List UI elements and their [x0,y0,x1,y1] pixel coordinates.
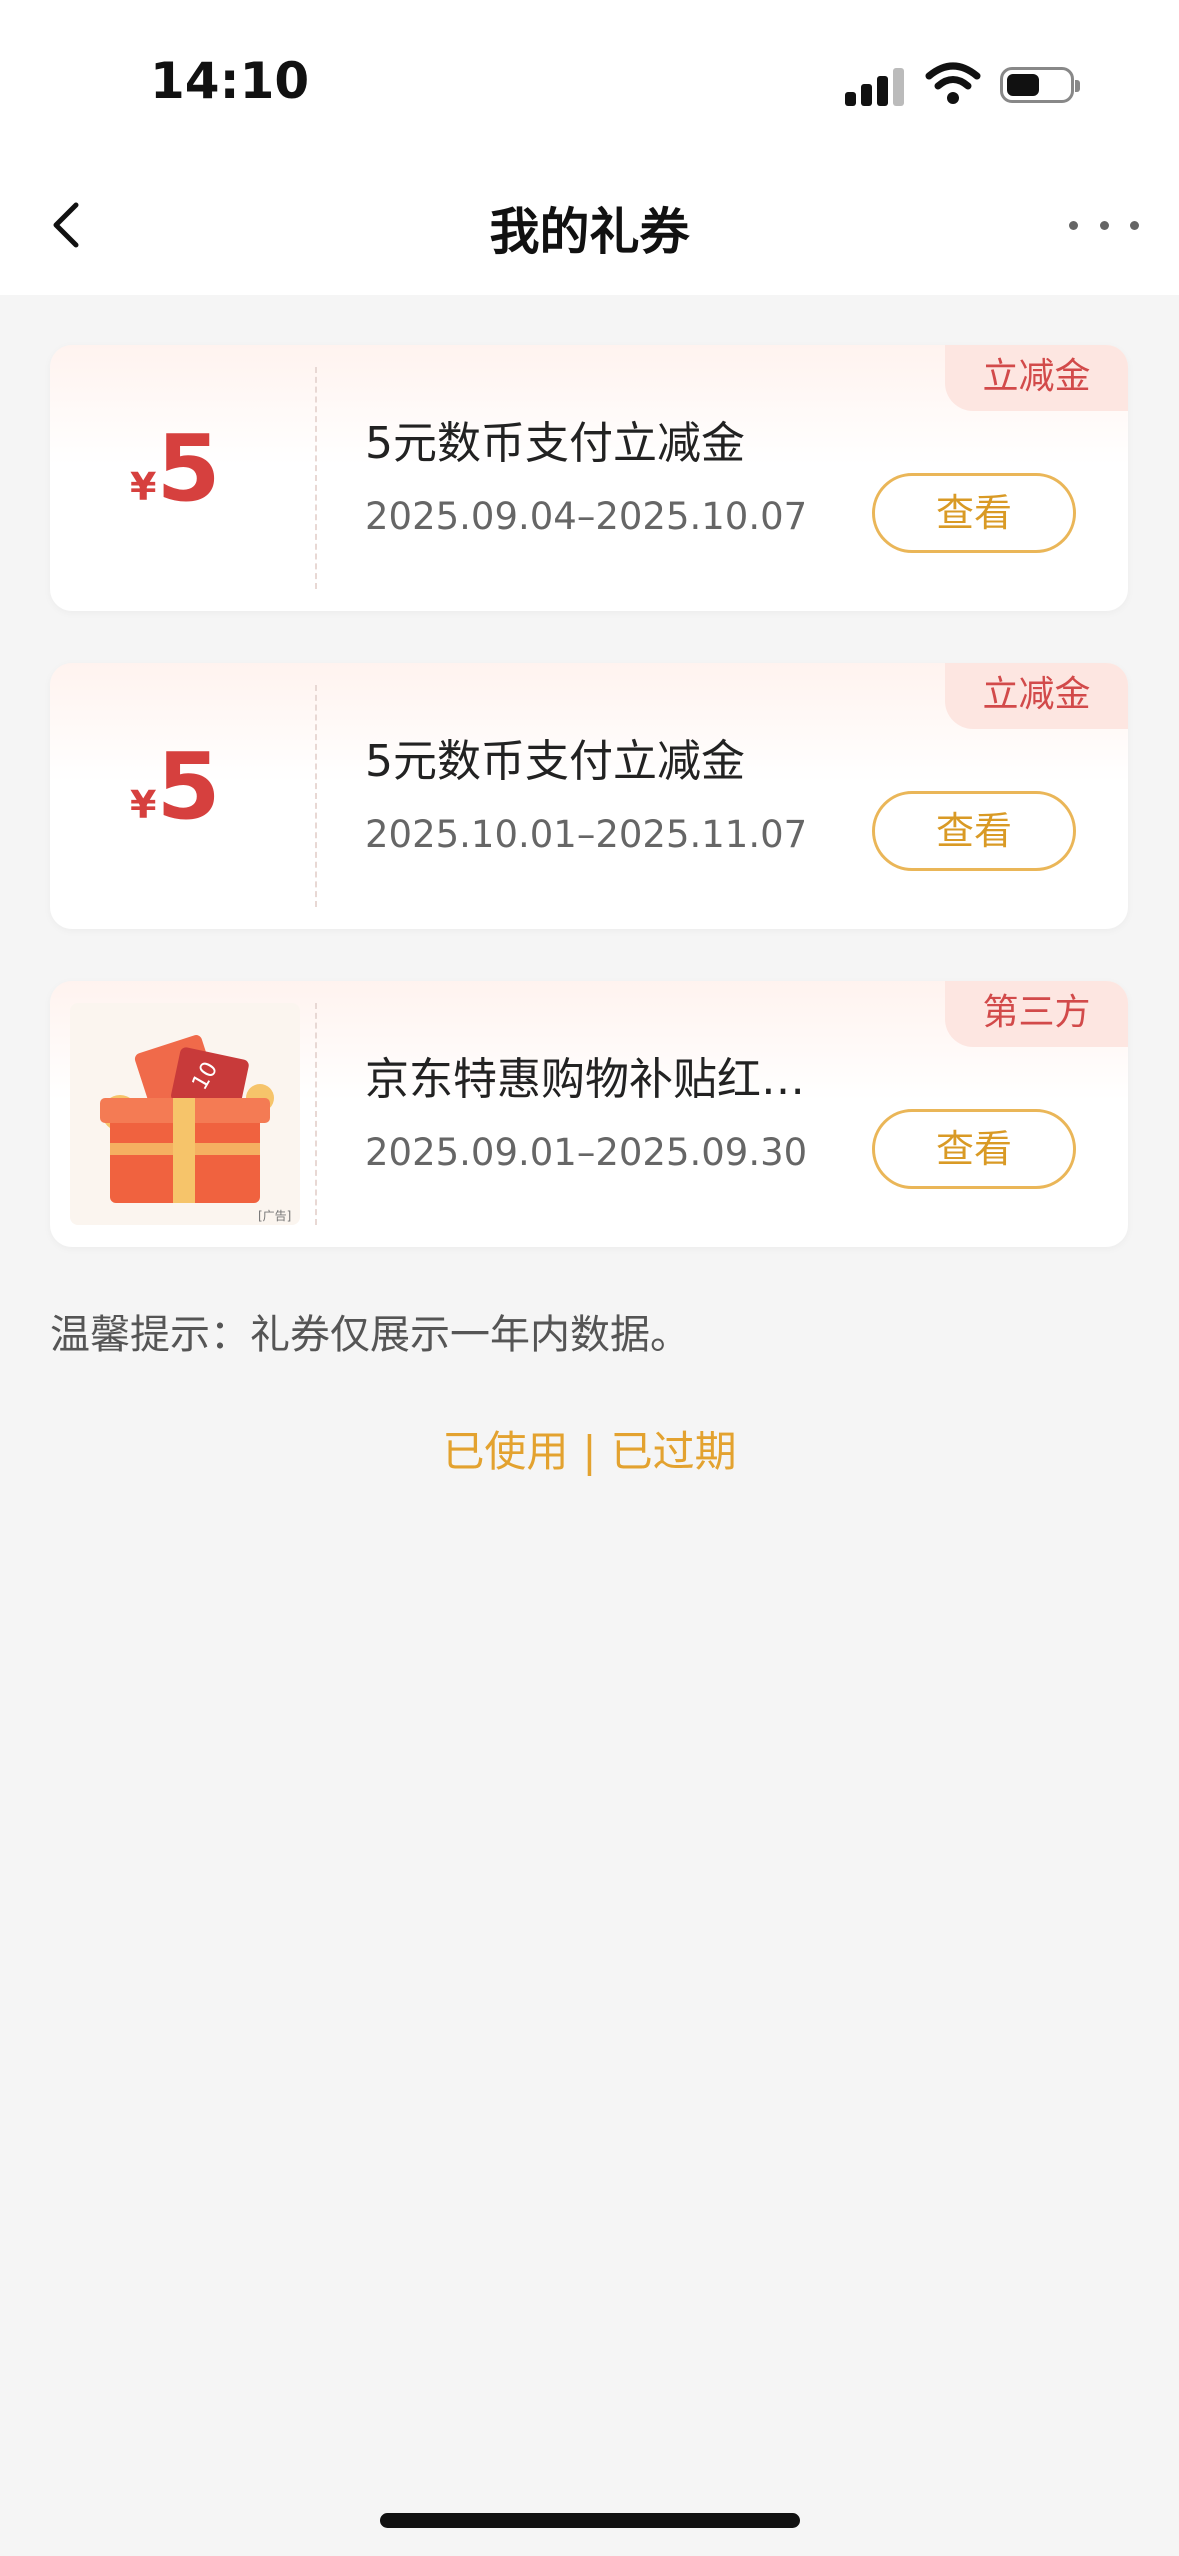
more-dot-icon [1099,220,1109,230]
gift-box-icon: 10 [100,1035,274,1203]
coupon-amount: ¥5 [130,415,220,522]
view-button[interactable]: 查看 [872,791,1076,871]
coupon-amount: ¥5 [130,733,220,840]
coupon-tag: 立减金 [945,345,1128,411]
more-dot-icon [1130,220,1139,230]
home-indicator[interactable] [380,2513,800,2528]
coupon-tag: 立减金 [945,663,1128,729]
status-bar: 14:10 [0,0,1179,160]
battery-icon [1000,67,1080,103]
coupon-title: 5元数币支付立减金 [365,418,745,469]
coupon-date-range: 2025.09.01–2025.09.30 [365,1131,808,1174]
amount-value: 5 [156,415,221,522]
coupon-tag: 第三方 [945,981,1128,1047]
used-link[interactable]: 已使用 [442,1427,568,1476]
coupon-date-range: 2025.09.04–2025.10.07 [365,495,808,538]
ad-label: [广告] [258,1209,292,1223]
more-options-button[interactable] [1069,200,1139,250]
coupon-card[interactable]: 立减金 ¥5 5元数币支付立减金 2025.09.04–2025.10.07 查… [50,345,1128,611]
cellular-signal-icon [845,66,905,106]
view-button[interactable]: 查看 [872,1109,1076,1189]
expired-link[interactable]: 已过期 [611,1427,737,1476]
card-divider [315,685,317,907]
status-time: 14:10 [150,52,310,110]
coupon-title: 5元数币支付立减金 [365,736,745,787]
footer-links: 已使用 | 已过期 [0,1418,1179,1479]
page-title: 我的礼券 [489,203,690,261]
footer-separator: | [582,1427,597,1476]
wifi-icon [925,62,981,106]
nav-bar: 我的礼券 [0,160,1179,295]
coupon-card[interactable]: 立减金 ¥5 5元数币支付立减金 2025.10.01–2025.11.07 查… [50,663,1128,929]
card-divider [315,367,317,589]
coupon-date-range: 2025.10.01–2025.11.07 [365,813,808,856]
currency-symbol: ¥ [130,465,157,509]
currency-symbol: ¥ [130,783,157,827]
coupon-title: 京东特惠购物补贴红… [365,1054,805,1105]
card-divider [315,1003,317,1225]
amount-value: 5 [156,733,221,840]
gift-box-image: 10 [70,1003,300,1225]
view-button[interactable]: 查看 [872,473,1076,553]
tip-text: 温馨提示：礼券仅展示一年内数据。 [50,1312,690,1358]
more-dot-icon [1069,220,1078,230]
coupon-card[interactable]: 第三方 10 [广告] 京东特惠购物补贴红… 2025.09.01–2025.0… [50,981,1128,1247]
